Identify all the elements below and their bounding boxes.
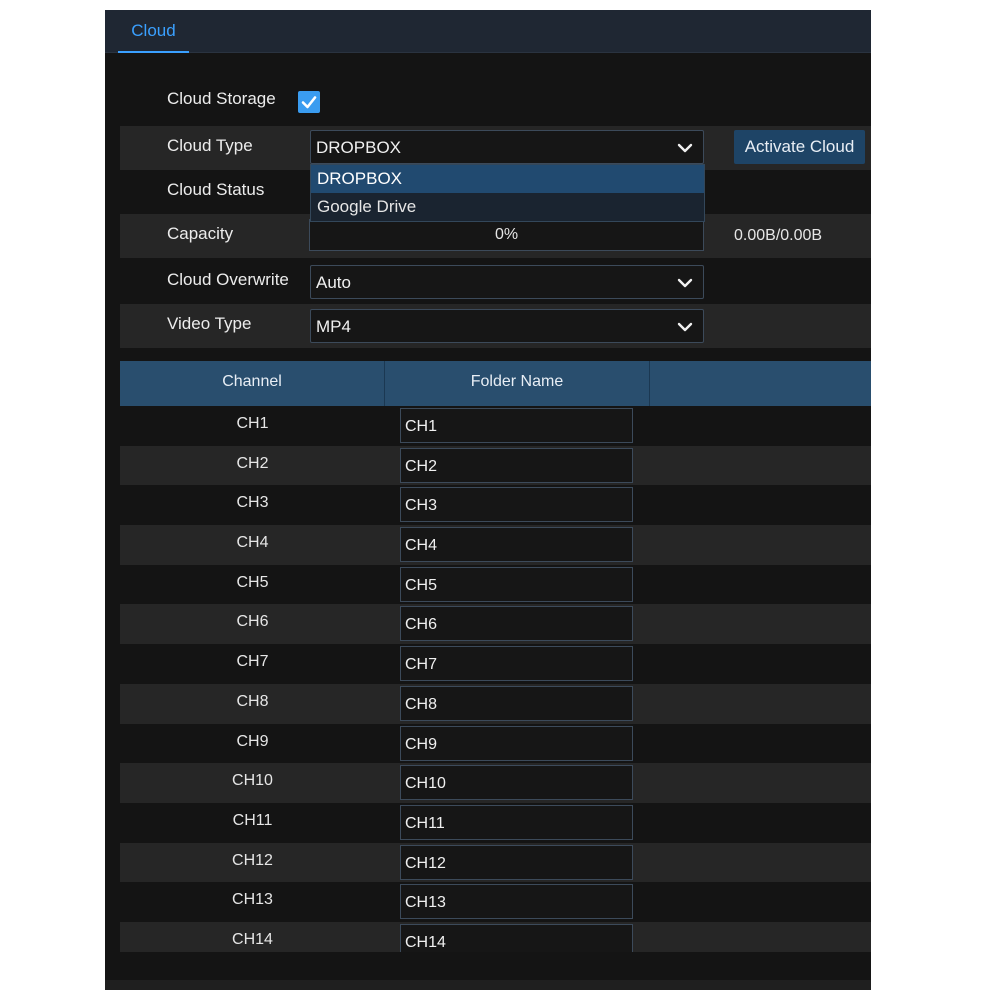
cloud-type-value: DROPBOX [316,138,402,157]
folder-name-input[interactable]: CH5 [400,566,633,602]
folder-name-input[interactable]: CH2 [400,447,633,483]
table-row: CH5 CH5 [120,565,871,605]
channel-cell: CH10 [232,772,273,790]
video-type-value: MP4 [316,317,351,336]
channel-cell: CH5 [236,573,269,591]
table-row: CH3 CH3 [120,485,871,525]
cloud-status-label: Cloud Status [167,180,265,199]
footer-bar [105,980,871,990]
cloud-type-select[interactable]: DROPBOX [310,130,704,164]
table-row: CH6 CH6 [120,604,871,645]
column-header-channel: Channel [120,361,385,406]
channel-cell: CH8 [236,692,269,710]
chevron-down-icon [677,322,693,332]
table-row: CH1 CH1 [120,406,871,446]
folder-name-input[interactable]: CH13 [400,884,633,920]
channel-cell: CH3 [236,494,269,512]
activate-cloud-button[interactable]: Activate Cloud [734,130,865,164]
column-header-folder-name: Folder Name [385,361,650,406]
dropdown-option-dropbox[interactable]: DROPBOX [311,165,704,193]
folder-name-input[interactable]: CH12 [400,844,633,880]
folder-name-input[interactable]: CH3 [400,487,633,523]
cloud-overwrite-value: Auto [316,273,351,292]
channel-cell: CH4 [236,534,269,552]
folder-name-input[interactable]: CH10 [400,765,633,801]
table-header: Channel Folder Name [120,361,871,406]
capacity-label: Capacity [167,224,234,243]
channel-cell: CH11 [232,811,273,829]
folder-name-input[interactable]: CH11 [400,804,633,840]
folder-name-input[interactable]: CH4 [400,527,633,563]
table-row: CH7 CH7 [120,644,871,684]
table-row: CH13 CH13 [120,882,871,922]
channel-cell: CH7 [236,653,269,671]
channel-cell: CH2 [236,454,269,472]
chevron-down-icon [677,278,693,288]
column-header-empty [650,361,871,406]
cloud-type-label: Cloud Type [167,136,253,155]
table-row: CH12 CH12 [120,842,871,883]
folder-name-input[interactable]: CH14 [400,923,633,952]
cloud-type-dropdown: DROPBOX Google Drive [310,164,705,222]
folder-name-input[interactable]: CH8 [400,685,633,721]
cloud-storage-checkbox[interactable] [298,91,320,113]
folder-name-input[interactable]: CH1 [400,408,633,443]
folder-name-input[interactable]: CH9 [400,725,633,761]
table-row: CH9 CH9 [120,724,871,764]
cloud-overwrite-select[interactable]: Auto [310,265,704,299]
tab-cloud[interactable]: Cloud [118,10,189,53]
folder-name-input[interactable]: CH7 [400,646,633,682]
table-row: CH8 CH8 [120,683,871,724]
folder-name-input[interactable]: CH6 [400,606,633,642]
channel-cell: CH12 [232,851,273,869]
cloud-storage-row: Cloud Storage [120,79,871,123]
table-row: CH14 CH14 [120,921,871,952]
table-row: CH4 CH4 [120,525,871,565]
chevron-down-icon [677,143,693,153]
channel-cell: CH14 [232,930,273,948]
table-row: CH2 CH2 [120,445,871,486]
cloud-overwrite-label: Cloud Overwrite [167,270,289,289]
dropdown-option-google-drive[interactable]: Google Drive [311,193,704,221]
video-type-label: Video Type [167,314,252,333]
table-row: CH11 CH11 [120,803,871,843]
capacity-value: 0.00B/0.00B [734,227,823,244]
capacity-progress-bar: 0% [309,219,704,251]
tab-bar: Cloud [105,10,871,53]
channel-cell: CH9 [236,732,269,750]
channel-cell: CH13 [232,891,273,909]
cloud-storage-label: Cloud Storage [167,89,276,108]
table-row: CH10 CH10 [120,763,871,803]
capacity-percent: 0% [494,226,519,243]
channel-cell: CH1 [236,415,269,432]
checkmark-icon [301,96,317,109]
video-type-select[interactable]: MP4 [310,309,704,343]
cloud-settings-window: Cloud Cloud Storage Cloud Type DROPBOX A… [105,10,871,990]
channel-table[interactable]: CH1 CH1 CH2 CH2 CH3 CH3 CH4 CH4 CH5 CH5 CH6 CH6 CH7 C… [120,406,871,952]
channel-cell: CH6 [236,613,269,631]
